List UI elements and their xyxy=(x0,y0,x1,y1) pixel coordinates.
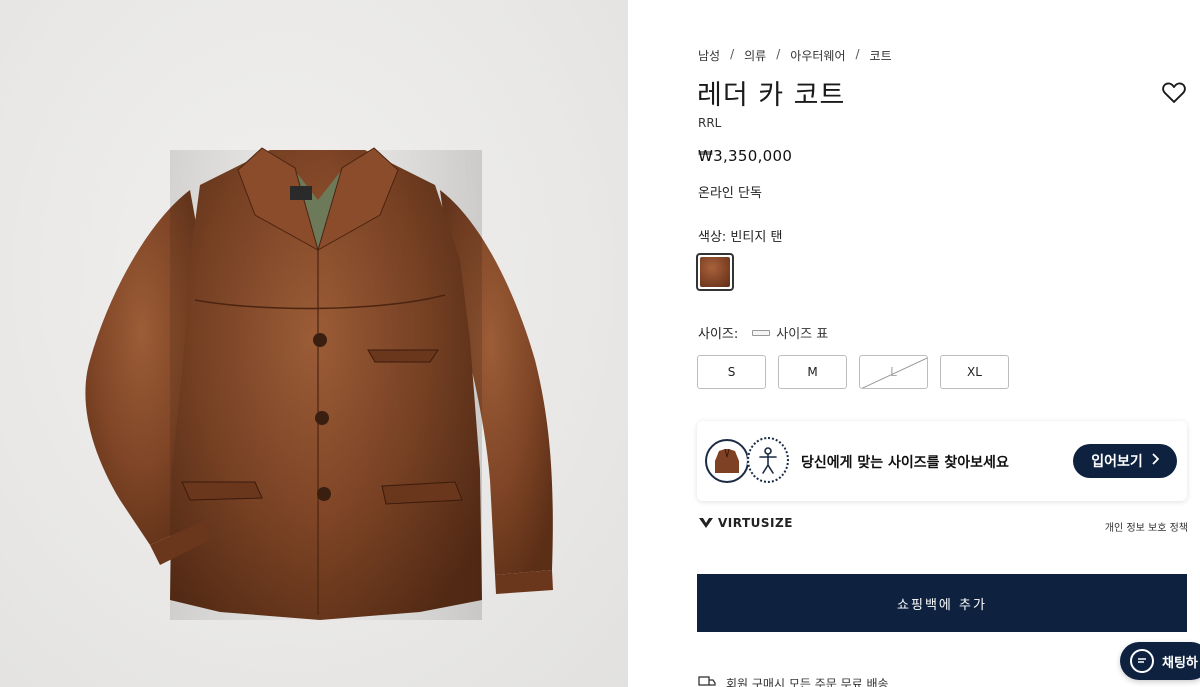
virtusize-logo-text: VIRTUSIZE xyxy=(718,516,793,530)
chevron-right-icon xyxy=(1151,453,1160,469)
size-option-xl[interactable]: XL xyxy=(940,355,1009,389)
privacy-policy-link[interactable]: 개인 정보 보호 정책 xyxy=(1105,519,1188,534)
chat-button[interactable]: 채팅하 xyxy=(1120,642,1200,680)
size-chart-label: 사이즈 표 xyxy=(776,327,829,342)
product-title: 레더 카 코트 xyxy=(697,80,846,111)
virtusize-logo: VIRTUSIZE xyxy=(698,516,793,530)
virtusize-prompt: 당신에게 맞는 사이즈를 찾아보세요 xyxy=(801,455,1009,471)
size-label: 사이즈: xyxy=(698,327,739,342)
delivery-icon xyxy=(698,675,716,687)
chat-icon xyxy=(1130,649,1154,673)
breadcrumb-item-clothing[interactable]: 의류 xyxy=(744,47,766,64)
shipping-note: 회원 구매시 모든 주문 무료 배송 xyxy=(698,675,889,687)
color-swatch-vintage-tan[interactable] xyxy=(696,253,734,291)
virtusize-widget: 당신에게 맞는 사이즈를 찾아보세요 입어보기 xyxy=(697,421,1187,501)
breadcrumb-separator: / xyxy=(730,47,735,61)
add-to-bag-button[interactable]: 쇼핑백에 추가 xyxy=(697,574,1187,632)
heart-icon[interactable] xyxy=(1160,78,1188,106)
jacket-thumbnail-icon xyxy=(705,439,749,483)
size-option-l[interactable]: L xyxy=(859,355,928,389)
leather-jacket-image xyxy=(85,147,553,620)
color-label: 색상: 빈티지 탠 xyxy=(698,230,783,245)
size-options: S M L XL xyxy=(697,355,1009,389)
chat-label: 채팅하 xyxy=(1162,655,1198,671)
virtusize-v-icon xyxy=(699,518,713,528)
ruler-icon xyxy=(752,329,771,336)
size-option-m[interactable]: M xyxy=(778,355,847,389)
size-option-s[interactable]: S xyxy=(697,355,766,389)
size-chart-link[interactable]: 사이즈 표 xyxy=(752,323,828,342)
availability-label: 온라인 단독 xyxy=(698,186,762,201)
breadcrumb: 남성 / 의류 / 아우터웨어 / 코트 xyxy=(698,47,892,64)
product-info-panel: 남성 / 의류 / 아우터웨어 / 코트 레더 카 코트 RRL ₩3,350,… xyxy=(628,0,1200,687)
product-image[interactable] xyxy=(0,0,628,687)
breadcrumb-separator: / xyxy=(776,47,781,61)
size-selector-header: 사이즈: 사이즈 표 xyxy=(698,323,828,342)
try-on-label: 입어보기 xyxy=(1091,454,1143,470)
try-on-button[interactable]: 입어보기 xyxy=(1073,444,1177,478)
product-price: ₩3,350,000 xyxy=(698,147,793,165)
breadcrumb-separator: / xyxy=(855,47,860,61)
body-silhouette-icon xyxy=(747,437,789,483)
breadcrumb-item-men[interactable]: 남성 xyxy=(698,47,720,64)
shipping-note-text: 회원 구매시 모든 주문 무료 배송 xyxy=(726,677,889,687)
breadcrumb-item-outerwear[interactable]: 아우터웨어 xyxy=(790,47,845,64)
breadcrumb-item-coats[interactable]: 코트 xyxy=(870,47,892,64)
product-brand: RRL xyxy=(698,116,722,130)
